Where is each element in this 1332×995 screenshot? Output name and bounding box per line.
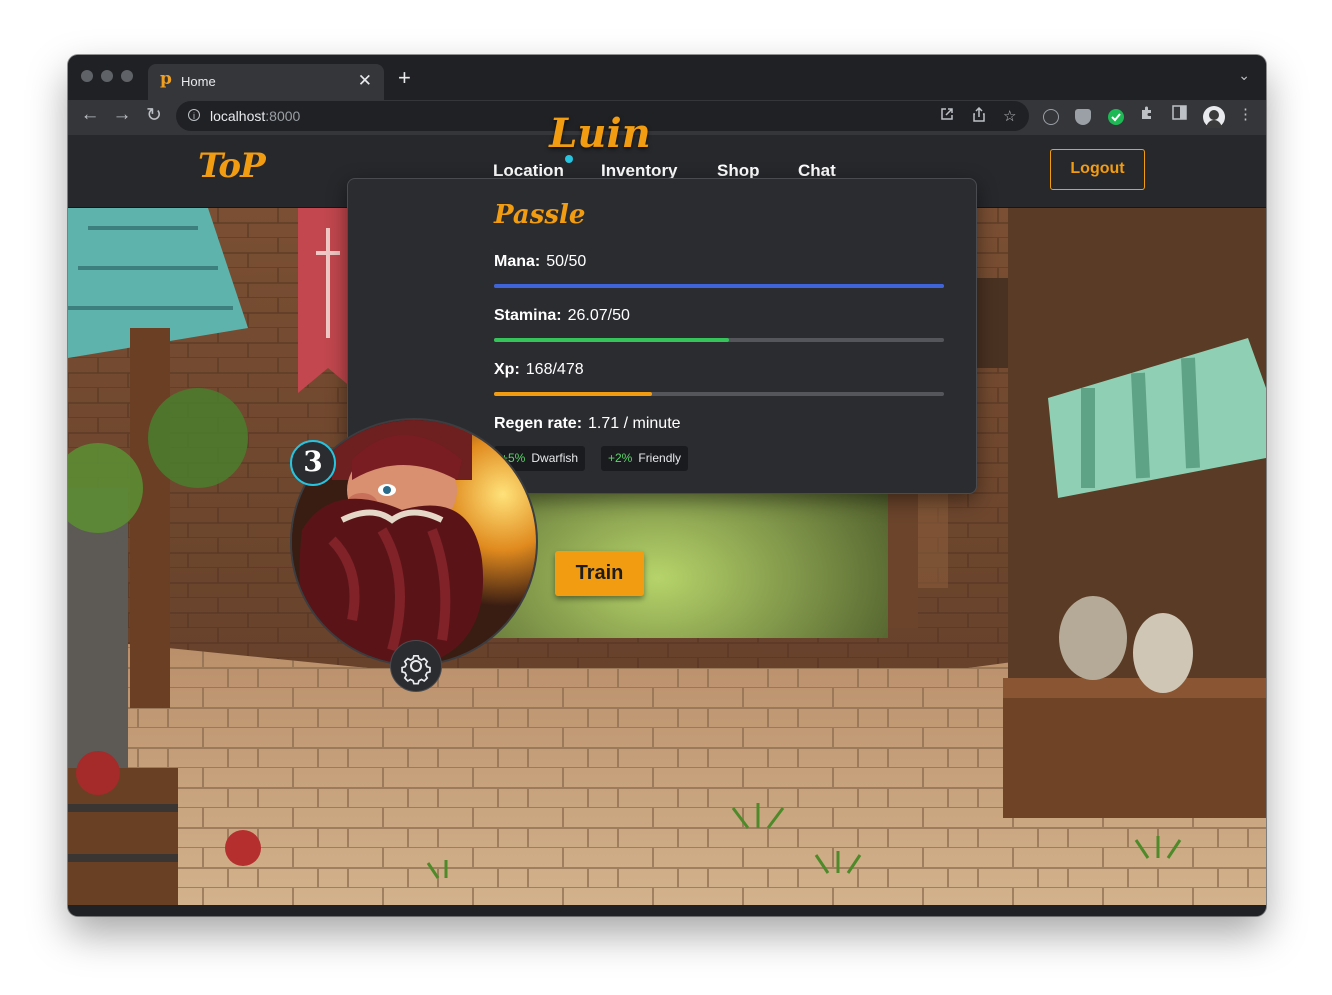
xp-label: Xp:: [494, 361, 520, 378]
extension-check-icon[interactable]: [1108, 109, 1124, 125]
profile-avatar-icon[interactable]: [1203, 106, 1225, 128]
bonus-percent: +2%: [608, 451, 633, 465]
mana-value: 50/50: [546, 253, 587, 270]
bonus-badge-friendly: +2% Friendly: [601, 446, 689, 471]
mana-stat: Mana: 50/50: [494, 253, 586, 271]
mana-bar-fill: [494, 284, 944, 288]
regen-value: 1.71 / minute: [588, 415, 681, 432]
reload-icon[interactable]: ↻: [142, 104, 166, 127]
bonus-name: Dwarfish: [531, 451, 579, 465]
site-info-icon[interactable]: i: [188, 109, 200, 121]
mana-label: Mana:: [494, 253, 541, 270]
extensions-puzzle-icon[interactable]: [1139, 105, 1155, 125]
tab-search-chevron-icon[interactable]: ⌄: [1238, 67, 1250, 84]
tab-close-icon[interactable]: ✕: [358, 71, 372, 91]
open-external-icon[interactable]: [940, 107, 954, 125]
extension-shield-icon[interactable]: [1075, 109, 1091, 125]
xp-stat: Xp: 168/478: [494, 361, 584, 379]
bookmark-star-icon[interactable]: ☆: [1003, 107, 1016, 125]
new-tab-button[interactable]: +: [398, 65, 411, 91]
app-logo[interactable]: ToP: [198, 146, 266, 186]
page-bottom-strip: [68, 905, 1266, 916]
tab-title: Home: [181, 74, 216, 89]
xp-value: 168/478: [525, 361, 584, 378]
logout-button[interactable]: Logout: [1050, 149, 1145, 190]
window-zoom-control[interactable]: [121, 70, 133, 82]
mana-bar: [494, 284, 944, 288]
location-name-title: Luin: [549, 110, 651, 157]
stamina-label: Stamina:: [494, 307, 562, 324]
forward-arrow-icon[interactable]: →: [110, 104, 134, 126]
train-button[interactable]: Train: [555, 551, 644, 596]
back-arrow-icon[interactable]: ←: [78, 104, 102, 126]
stamina-stat: Stamina: 26.07/50: [494, 307, 630, 325]
url-host: localhost: [210, 108, 266, 124]
stamina-bar-fill: [494, 338, 729, 342]
url-text[interactable]: localhost:8000: [210, 108, 300, 124]
regen-stat: Regen rate: 1.71 / minute: [494, 415, 681, 433]
xp-bar-fill: [494, 392, 653, 396]
stamina-bar: [494, 338, 944, 342]
gear-icon: [401, 654, 431, 685]
character-level-badge: 3: [290, 440, 336, 486]
share-icon[interactable]: [972, 106, 986, 126]
tab-strip: p Home ✕ + ⌄: [68, 55, 1266, 100]
extension-target-icon[interactable]: [1043, 109, 1059, 125]
tab-favicon-icon: p: [160, 69, 172, 89]
browser-tab-home[interactable]: p Home ✕: [148, 64, 384, 100]
regen-label: Regen rate:: [494, 415, 583, 432]
browser-menu-icon[interactable]: ⋮: [1238, 105, 1253, 123]
stamina-value: 26.07/50: [567, 307, 630, 324]
window-close-control[interactable]: [81, 70, 93, 82]
xp-bar: [494, 392, 944, 396]
url-port: :8000: [265, 108, 301, 124]
bonus-name: Friendly: [638, 451, 682, 465]
window-minimize-control[interactable]: [101, 70, 113, 82]
character-settings-button[interactable]: [390, 640, 442, 692]
character-name: Passle: [494, 200, 586, 230]
side-panel-icon[interactable]: [1172, 105, 1187, 124]
